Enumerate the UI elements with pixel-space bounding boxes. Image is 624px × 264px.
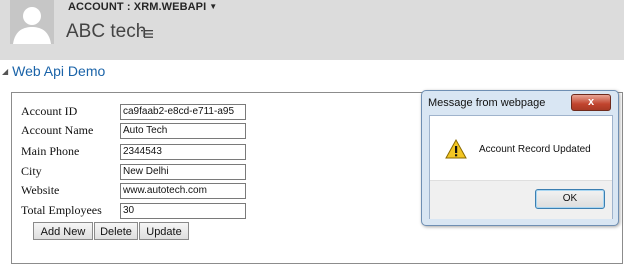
account-id-input[interactable]: ca9faab2-e8cd-e711-a95 (120, 104, 246, 120)
account-id-label: Account ID (21, 104, 78, 118)
ok-button[interactable]: OK (535, 189, 605, 209)
website-input[interactable]: www.autotech.com (120, 183, 246, 199)
dialog-footer: OK (430, 180, 612, 219)
city-input[interactable]: New Delhi (120, 164, 246, 180)
account-name-input[interactable]: Auto Tech (120, 123, 246, 139)
website-label: Website (21, 183, 60, 197)
alert-dialog: Message from webpage x Account Record Up… (421, 90, 619, 226)
record-title: ABC tech (66, 21, 147, 42)
delete-button[interactable]: Delete (94, 222, 138, 240)
main-phone-input[interactable]: 2344543 (120, 144, 246, 160)
section-header[interactable]: ◢ Web Api Demo (2, 63, 105, 79)
main-phone-label: Main Phone (21, 144, 80, 158)
record-header: ACCOUNT : XRM.WEBAPI ▼ ABC tech (0, 0, 624, 60)
total-employees-label: Total Employees (21, 203, 102, 217)
account-name-label: Account Name (21, 123, 94, 137)
hamburger-menu-icon[interactable] (141, 28, 153, 42)
update-button[interactable]: Update (139, 222, 189, 240)
user-silhouette-icon (10, 0, 54, 44)
close-button[interactable]: x (571, 94, 611, 111)
avatar[interactable] (10, 0, 54, 44)
chevron-down-icon: ▼ (209, 2, 218, 11)
dialog-body: Account Record Updated OK (429, 115, 613, 219)
section-title: Web Api Demo (12, 63, 106, 79)
add-new-button[interactable]: Add New (33, 222, 93, 240)
city-label: City (21, 164, 42, 178)
entity-type-text: ACCOUNT : XRM.WEBAPI (68, 1, 207, 13)
total-employees-input[interactable]: 30 (120, 203, 246, 219)
entity-type-label[interactable]: ACCOUNT : XRM.WEBAPI ▼ (68, 1, 217, 13)
dialog-message: Account Record Updated (479, 144, 591, 155)
collapse-triangle-icon[interactable]: ◢ (2, 67, 8, 76)
dialog-title: Message from webpage (428, 97, 546, 109)
warning-icon (445, 139, 467, 159)
